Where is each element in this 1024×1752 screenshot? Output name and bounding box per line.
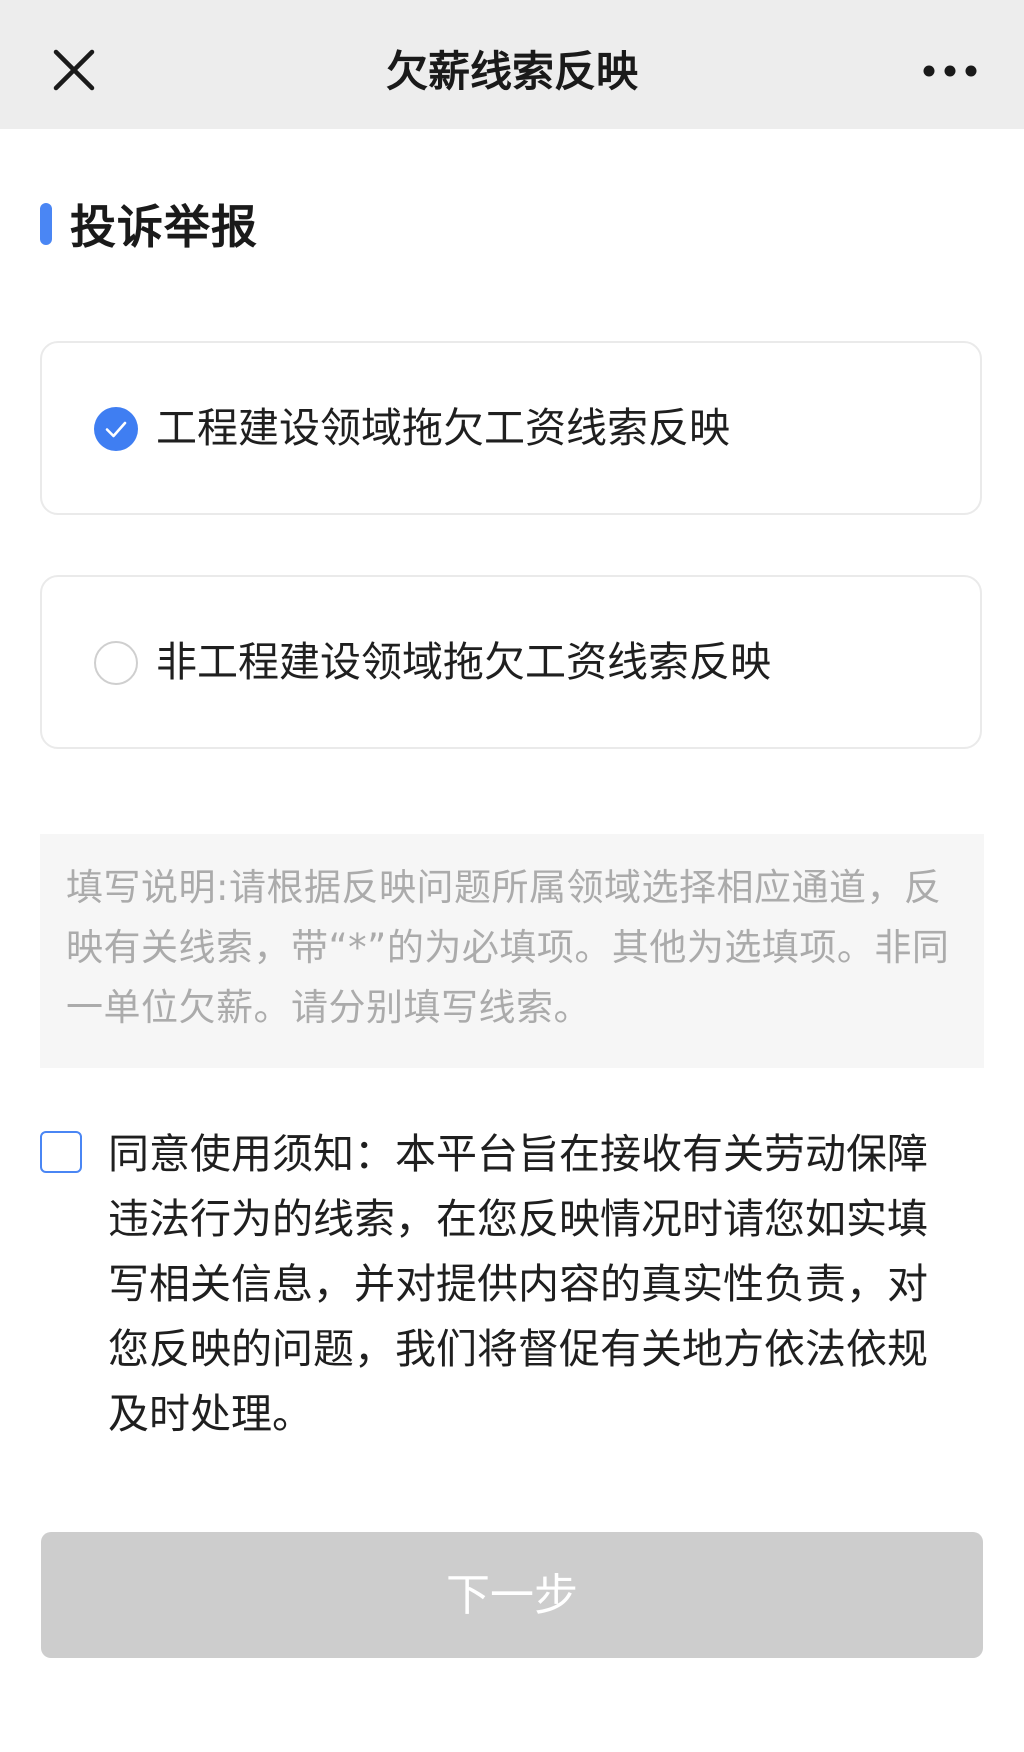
section-accent-bar — [40, 203, 52, 245]
agreement-checkbox[interactable] — [40, 1131, 82, 1173]
fill-instructions-text: 填写说明:请根据反映问题所属领域选择相应通道，反映有关线索，带“*”的为必填项。… — [66, 866, 950, 1029]
radio-checked-icon[interactable] — [94, 407, 138, 451]
next-step-button[interactable]: 下一步 — [41, 1532, 983, 1658]
option-construction[interactable]: 工程建设领域拖欠工资线索反映 — [40, 341, 982, 515]
page-title: 欠薪线索反映 — [385, 47, 638, 96]
radio-unchecked-icon[interactable] — [94, 641, 138, 685]
section-heading: 投诉举报 — [40, 192, 258, 256]
agreement-text: 同意使用须知：本平台旨在接收有关劳动保障违法行为的线索，在您反映情况时请您如实填… — [108, 1130, 928, 1438]
more-dots-icon[interactable] — [922, 60, 978, 82]
nav-bar: 欠薪线索反映 — [0, 0, 1024, 129]
section-title: 投诉举报 — [70, 200, 258, 254]
option-label: 工程建设领域拖欠工资线索反映 — [156, 404, 730, 452]
fill-instructions: 填写说明:请根据反映问题所属领域选择相应通道，反映有关线索，带“*”的为必填项。… — [40, 834, 984, 1068]
option-label: 非工程建设领域拖欠工资线索反映 — [156, 638, 771, 686]
close-icon[interactable] — [50, 46, 98, 94]
option-non-construction[interactable]: 非工程建设领域拖欠工资线索反映 — [40, 575, 982, 749]
